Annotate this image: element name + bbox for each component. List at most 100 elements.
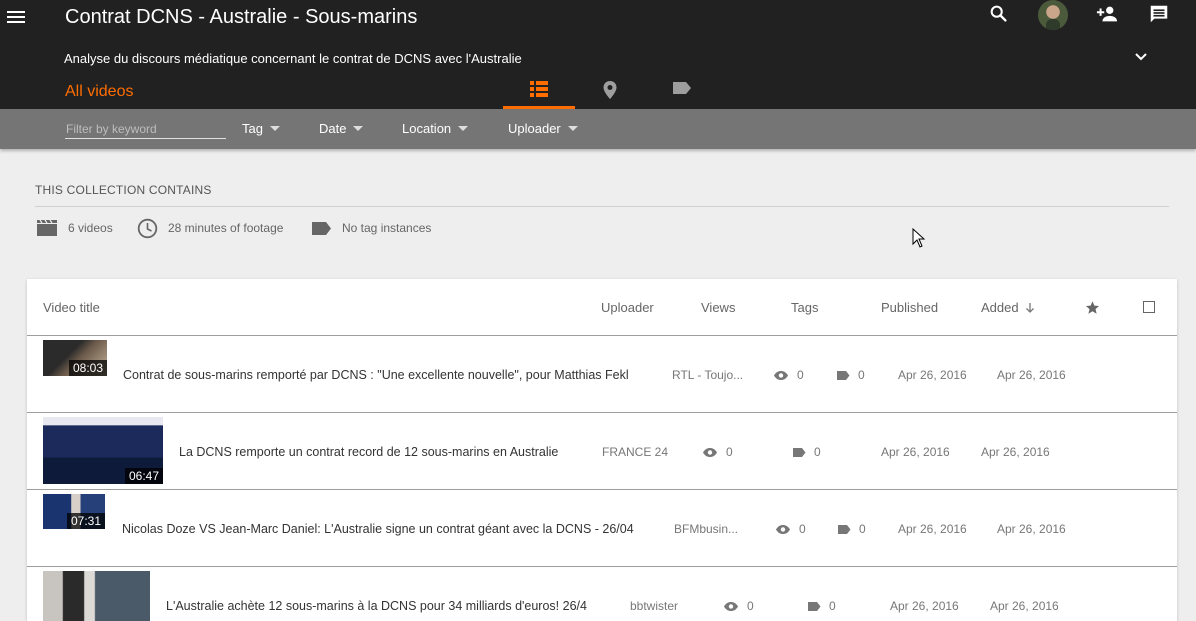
video-views: 0 (775, 522, 806, 536)
caret-down-icon (353, 126, 364, 131)
footage-duration: 28 minutes of footage (168, 221, 284, 235)
video-uploader: FRANCE 24 (602, 445, 669, 459)
video-added: Apr 26, 2016 (997, 522, 1066, 536)
eye-icon (703, 447, 717, 457)
date-filter-label: Date (319, 121, 347, 136)
filter-bar: Tag Date Location Uploader (0, 109, 1196, 149)
page-title: Contrat DCNS - Australie - Sous-marins (65, 6, 418, 28)
location-filter-dropdown[interactable]: Location (402, 121, 469, 136)
video-count-stat: 6 videos (36, 218, 113, 238)
video-tags: 0 (836, 368, 865, 382)
uploader-filter-label: Uploader (508, 121, 561, 136)
sort-arrow-down-icon (1025, 302, 1034, 313)
video-views: 0 (702, 445, 733, 459)
select-all-checkbox[interactable] (1143, 301, 1155, 313)
views-count: 0 (797, 368, 804, 382)
table-row[interactable]: 07:31 Nicolas Doze VS Jean-Marc Daniel: … (27, 490, 1177, 567)
column-tags[interactable]: Tags (791, 300, 818, 315)
eye-icon (724, 601, 738, 611)
keyword-filter-input[interactable] (65, 119, 226, 139)
uploader-filter-dropdown[interactable]: Uploader (508, 121, 578, 136)
views-count: 0 (799, 522, 806, 536)
video-published: Apr 26, 2016 (898, 368, 967, 382)
tags-count: 0 (814, 445, 821, 459)
video-published: Apr 26, 2016 (890, 599, 959, 613)
tab-map-view[interactable] (574, 71, 646, 109)
tag-icon (793, 447, 806, 457)
video-title[interactable]: Nicolas Doze VS Jean-Marc Daniel: L'Aust… (122, 522, 634, 536)
video-views: 0 (773, 368, 804, 382)
video-title[interactable]: L'Australie achète 12 sous-marins à la D… (166, 599, 587, 613)
caret-down-icon (269, 126, 280, 131)
tag-filter-dropdown[interactable]: Tag (242, 121, 280, 136)
caret-down-icon (458, 126, 469, 131)
views-count: 0 (747, 599, 754, 613)
caret-down-icon (567, 126, 578, 131)
tab-tags-view[interactable] (646, 71, 718, 109)
star-icon[interactable] (1085, 300, 1100, 315)
tag-instances-stat: No tag instances (311, 218, 431, 238)
tab-list-view[interactable] (503, 71, 575, 109)
tags-count: 0 (858, 368, 865, 382)
column-added-label: Added (981, 300, 1019, 315)
column-published[interactable]: Published (881, 300, 938, 315)
video-tags: 0 (837, 522, 866, 536)
video-title[interactable]: La DCNS remporte un contrat record de 12… (179, 445, 558, 459)
video-duration: 06:47 (124, 468, 163, 484)
tags-count: 0 (859, 522, 866, 536)
tag-icon (837, 370, 850, 380)
collection-summary-heading: THIS COLLECTION CONTAINS (35, 183, 212, 197)
table-row[interactable]: 06:47 La DCNS remporte un contrat record… (27, 413, 1177, 490)
video-thumbnail[interactable]: 06:47 (43, 417, 163, 484)
tag-icon (808, 601, 821, 611)
menu-icon[interactable] (7, 8, 27, 26)
column-added[interactable]: Added (981, 300, 1036, 315)
video-table: Video title Uploader Views Tags Publishe… (27, 279, 1177, 621)
video-tags: 0 (792, 445, 821, 459)
footage-stat: 28 minutes of footage (137, 218, 283, 238)
video-count: 6 videos (68, 221, 113, 235)
divider (35, 206, 1169, 207)
video-views: 0 (723, 599, 754, 613)
video-uploader: BFMbusin... (674, 522, 739, 536)
mouse-cursor-icon (912, 228, 925, 248)
chevron-down-icon[interactable] (1132, 49, 1150, 65)
eye-icon (776, 524, 790, 534)
film-icon (37, 219, 57, 236)
table-header: Video title Uploader Views Tags Publishe… (27, 279, 1177, 336)
video-published: Apr 26, 2016 (898, 522, 967, 536)
column-uploader[interactable]: Uploader (601, 300, 654, 315)
tags-count: 0 (829, 599, 836, 613)
video-added: Apr 26, 2016 (981, 445, 1050, 459)
tag-icon (838, 524, 851, 534)
video-uploader: bbtwister (630, 599, 679, 613)
video-added: Apr 26, 2016 (997, 368, 1066, 382)
clock-icon (137, 218, 158, 238)
video-uploader: RTL - Toujo... (672, 368, 744, 382)
location-pin-icon (603, 81, 617, 99)
video-published: Apr 26, 2016 (881, 445, 950, 459)
video-duration: 08:03 (68, 360, 107, 376)
video-title[interactable]: Contrat de sous-marins remporté par DCNS… (123, 368, 629, 382)
comment-icon[interactable] (1148, 3, 1170, 25)
all-videos-label[interactable]: All videos (65, 83, 133, 101)
video-duration: 07:31 (66, 513, 105, 529)
search-icon[interactable] (988, 3, 1010, 25)
tag-filter-label: Tag (242, 121, 263, 136)
add-person-icon[interactable] (1095, 3, 1119, 25)
table-row[interactable]: 08:03 Contrat de sous-marins remporté pa… (27, 336, 1177, 413)
table-row[interactable]: L'Australie achète 12 sous-marins à la D… (27, 567, 1177, 621)
avatar[interactable] (1038, 0, 1068, 30)
column-video-title[interactable]: Video title (43, 300, 100, 315)
list-icon (530, 81, 548, 97)
date-filter-dropdown[interactable]: Date (319, 121, 364, 136)
tag-icon (312, 221, 331, 235)
video-tags: 0 (807, 599, 836, 613)
video-thumbnail[interactable] (43, 571, 150, 621)
video-thumbnail[interactable]: 08:03 (43, 340, 107, 376)
eye-icon (774, 370, 788, 380)
video-thumbnail[interactable]: 07:31 (43, 494, 105, 529)
views-count: 0 (726, 445, 733, 459)
tag-instances-count: No tag instances (342, 221, 432, 235)
column-views[interactable]: Views (701, 300, 735, 315)
